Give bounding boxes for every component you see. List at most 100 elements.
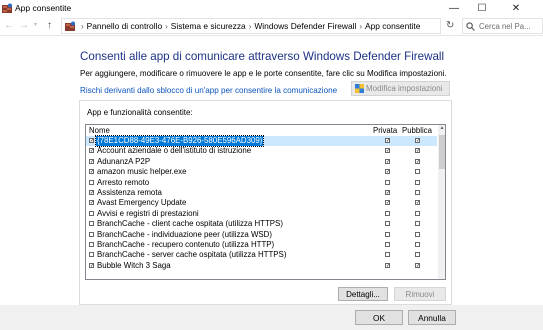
page-description: Per aggiungere, modificare o rimuovere l…: [80, 69, 447, 78]
app-row[interactable]: Avvisi e registri di prestazioni: [86, 209, 437, 219]
control-panel-icon: [65, 21, 75, 31]
app-enabled-checkbox[interactable]: ✓: [89, 200, 94, 206]
private-network-checkbox[interactable]: [385, 242, 390, 247]
app-row[interactable]: BranchCache - individuazione peer (utili…: [86, 230, 437, 240]
public-network-checkbox[interactable]: [415, 210, 420, 216]
risks-link[interactable]: Rischi derivanti dallo sblocco di un'app…: [80, 86, 337, 95]
public-network-checkbox[interactable]: [415, 221, 420, 227]
app-enabled-checkbox[interactable]: ✓: [89, 148, 94, 154]
public-network-checkbox[interactable]: [415, 252, 420, 258]
app-row[interactable]: ✓ amazon music helper.exe ✓: [86, 167, 437, 177]
refresh-icon[interactable]: ↻: [446, 20, 454, 31]
app-row[interactable]: BranchCache - server cache ospitata (uti…: [86, 250, 437, 260]
title-bar: App consentite — ☐ ✕: [0, 0, 543, 17]
app-row[interactable]: BranchCache - recupero contenuto (utiliz…: [86, 240, 437, 250]
search-placeholder: Cerca nel Pa...: [479, 21, 531, 31]
scroll-up-arrow-icon[interactable]: ▲: [438, 125, 445, 133]
allowed-apps-list[interactable]: Nome Privata Pubblica ✓ {78E1CD88-49E3-47…: [85, 124, 446, 280]
app-row[interactable]: ✓ AdunanzA P2P ✓ ✓: [86, 157, 437, 167]
public-network-checkbox[interactable]: ✓: [415, 158, 420, 164]
public-network-checkbox[interactable]: [415, 242, 420, 247]
public-network-checkbox[interactable]: ✓: [415, 148, 420, 154]
minimize-button[interactable]: —: [441, 0, 467, 17]
private-network-checkbox[interactable]: [385, 210, 390, 216]
private-network-checkbox[interactable]: ✓: [385, 158, 390, 164]
app-name: BranchCache - client cache ospitata (uti…: [97, 219, 283, 229]
app-enabled-checkbox[interactable]: ✓: [89, 262, 94, 268]
public-network-checkbox[interactable]: [415, 190, 420, 195]
private-network-checkbox[interactable]: ✓: [385, 169, 390, 175]
back-arrow-icon[interactable]: ←: [4, 20, 14, 31]
private-network-checkbox[interactable]: [385, 231, 390, 237]
app-row[interactable]: Arresto remoto: [86, 178, 437, 188]
app-enabled-checkbox[interactable]: [89, 179, 94, 185]
column-name[interactable]: Nome: [89, 126, 110, 135]
private-network-checkbox[interactable]: [385, 179, 390, 185]
app-enabled-checkbox[interactable]: [89, 210, 94, 216]
column-public[interactable]: Pubblica: [402, 126, 432, 135]
breadcrumb-separator[interactable]: ›: [246, 22, 255, 31]
dialog-footer: OK Annulla: [0, 305, 543, 330]
up-arrow-icon[interactable]: ↑: [47, 20, 52, 31]
breadcrumb-separator[interactable]: ›: [356, 22, 365, 31]
private-network-checkbox[interactable]: ✓: [385, 148, 390, 154]
breadcrumb-defender-firewall[interactable]: Windows Defender Firewall: [254, 21, 356, 31]
app-name: BranchCache - recupero contenuto (utiliz…: [97, 240, 275, 249]
app-row[interactable]: ✓ Account aziendale o dell'istituto di is…: [86, 146, 437, 156]
close-button[interactable]: ✕: [503, 0, 529, 17]
details-button[interactable]: Dettagli...: [338, 287, 388, 301]
app-name: Avast Emergency Update: [97, 198, 187, 208]
app-enabled-checkbox[interactable]: ✓: [89, 169, 94, 175]
app-enabled-checkbox[interactable]: [89, 221, 94, 227]
public-network-checkbox[interactable]: ✓: [415, 200, 420, 206]
window-title: App consentite: [15, 3, 72, 13]
breadcrumb-allowed-apps[interactable]: App consentite: [365, 21, 420, 31]
public-network-checkbox[interactable]: [415, 179, 420, 185]
breadcrumb-control-panel[interactable]: Pannello di controllo: [87, 21, 162, 31]
app-row[interactable]: ✓ Assistenza remota ✓: [86, 188, 437, 198]
forward-arrow-icon[interactable]: →: [19, 20, 29, 31]
app-enabled-checkbox[interactable]: ✓: [89, 138, 94, 144]
breadcrumb-separator[interactable]: ›: [162, 22, 171, 31]
private-network-checkbox[interactable]: ✓: [385, 262, 390, 268]
app-name: Assistenza remota: [97, 188, 162, 197]
private-network-checkbox[interactable]: ✓: [385, 200, 390, 206]
allowed-apps-group: App e funzionalità consentite: Nome Priv…: [79, 100, 452, 305]
app-row[interactable]: ✓ Bubble Witch 3 Saga ✓ ✓: [86, 261, 437, 271]
list-scrollbar[interactable]: ▲: [438, 125, 445, 279]
app-name: Avvisi e registri di prestazioni: [97, 208, 199, 218]
private-network-checkbox[interactable]: [385, 221, 390, 227]
app-row[interactable]: ✓ {78E1CD88-49E3-476E-B926-580E596AD309} ✓…: [86, 134, 437, 148]
app-name: {78E1CD88-49E3-476E-B926-580E596AD309}: [94, 134, 265, 148]
app-name: BranchCache - server cache ospitata (uti…: [97, 250, 287, 260]
private-network-checkbox[interactable]: ✓: [385, 138, 390, 144]
public-network-checkbox[interactable]: [415, 169, 420, 175]
app-enabled-checkbox[interactable]: ✓: [89, 158, 94, 164]
app-name: Arresto remoto: [97, 177, 150, 187]
app-enabled-checkbox[interactable]: [89, 242, 94, 247]
column-private[interactable]: Privata: [373, 126, 397, 135]
remove-button[interactable]: Rimuovi: [394, 287, 446, 301]
private-network-checkbox[interactable]: [385, 252, 390, 258]
app-row[interactable]: BranchCache - client cache ospitata (uti…: [86, 219, 437, 229]
cancel-button[interactable]: Annulla: [408, 310, 456, 325]
change-settings-button[interactable]: Modifica impostazioni: [351, 81, 450, 96]
ok-button[interactable]: OK: [355, 310, 403, 325]
app-enabled-checkbox[interactable]: [89, 252, 94, 258]
private-network-checkbox[interactable]: ✓: [385, 190, 390, 196]
uac-shield-icon: [355, 84, 364, 93]
public-network-checkbox[interactable]: ✓: [415, 138, 420, 144]
scroll-thumb[interactable]: [439, 135, 445, 169]
app-name: amazon music helper.exe: [97, 167, 187, 177]
app-row[interactable]: ✓ Avast Emergency Update ✓ ✓: [86, 198, 437, 208]
public-network-checkbox[interactable]: ✓: [415, 262, 420, 268]
public-network-checkbox[interactable]: [415, 231, 420, 237]
app-enabled-checkbox[interactable]: ✓: [89, 190, 94, 196]
recent-locations-dropdown-icon[interactable]: ▾: [34, 21, 37, 28]
search-icon: [466, 21, 475, 31]
address-bar[interactable]: › Pannello di controllo › Sistema e sicu…: [61, 18, 441, 34]
app-enabled-checkbox[interactable]: [89, 231, 94, 237]
maximize-button[interactable]: ☐: [469, 0, 495, 17]
breadcrumb-system-security[interactable]: Sistema e sicurezza: [171, 21, 246, 31]
search-input[interactable]: Cerca nel Pa...: [462, 18, 543, 34]
